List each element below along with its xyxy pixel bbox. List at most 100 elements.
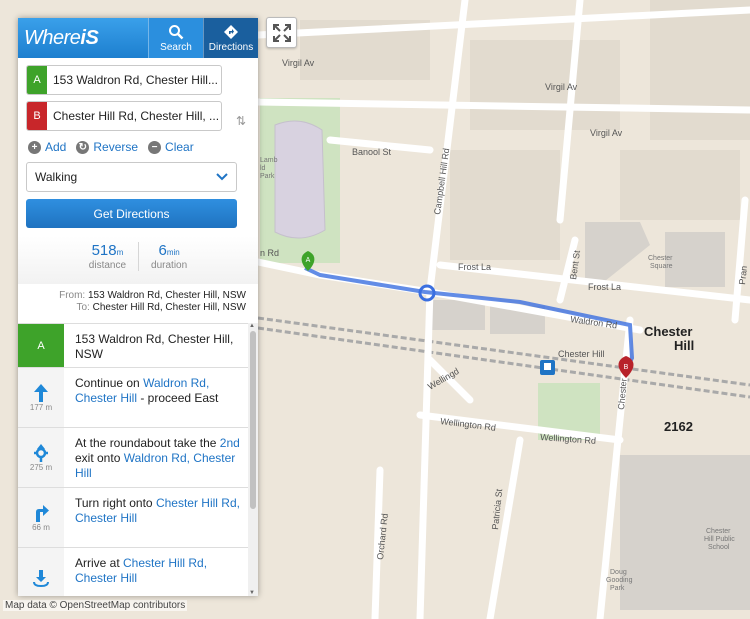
chevron-down-icon [216,173,228,181]
street-label: Frost La [458,262,491,272]
step-distance: 177 m [29,403,53,412]
get-directions-button[interactable]: Get Directions [26,199,237,228]
poi-label: Hill Public [704,536,735,543]
poi-label: Chester [706,528,731,535]
step-text-part: - proceed East [137,391,219,405]
from-to-summary: From: 153 Waldron Rd, Chester Hill, NSW … [18,284,258,320]
duration-value: 6 [158,242,167,259]
scroll-up-icon[interactable]: ▲ [249,323,255,329]
postcode-label: 2162 [664,419,693,434]
train-station-icon [540,360,555,375]
step-roundabout[interactable]: 275 m At the roundabout take the 2nd exi… [18,427,248,487]
suburb-label: Hill [674,338,694,353]
suburb-label: Chester [644,324,692,339]
directions-tab-label: Directions [208,41,254,53]
map-attribution: Map data © OpenStreetMap contributors [3,600,188,611]
marker-b-icon: B [27,102,47,130]
search-tab-label: Search [160,41,192,53]
poi-label: Doug [610,569,627,576]
directions-tab[interactable]: Directions [203,18,258,58]
arrive-icon [33,569,49,587]
add-label: Add [45,140,67,154]
start-address-value[interactable]: 153 Waldron Rd, Chester Hill... [47,66,221,94]
steps-scrollbar[interactable]: ▲ ▼ [248,323,258,596]
distance-stat: 518m distance [77,242,138,271]
svg-text:B: B [624,364,629,371]
step-arrive[interactable]: Arrive at Chester Hill Rd, Chester Hill [18,547,248,596]
logo-where: Where [24,26,81,49]
scroll-down-icon[interactable]: ▼ [249,590,255,596]
route-actions: + Add ↻ Reverse − Clear [26,137,250,162]
street-label: Virgil Av [590,128,623,138]
duration-unit: min [166,248,180,257]
start-address-field[interactable]: A 153 Waldron Rd, Chester Hill... [26,65,222,95]
directions-steps: A 153 Waldron Rd, Chester Hill, NSW 177 … [18,323,248,596]
step-turn-right[interactable]: 66 m Turn right onto Chester Hill Rd, Ch… [18,487,248,547]
duration-label: duration [151,260,188,271]
street-label: Pran [737,265,749,285]
directions-icon [224,24,238,39]
step-icon-cell: 177 m [18,368,64,427]
marker-a-icon: A [27,66,47,94]
arrow-up-icon [34,384,48,402]
poi-label: ld [260,165,266,172]
distance-label: distance [88,260,127,271]
poi-label: School [708,544,730,551]
exit-link[interactable]: 2nd [220,436,240,450]
step-distance: 66 m [32,523,50,532]
to-value: Chester Hill Rd, Chester Hill, NSW [92,302,246,313]
clear-button[interactable]: − Clear [148,140,194,154]
roundabout-icon [34,444,48,462]
poi-label: Lamb [260,157,278,164]
distance-unit: m [116,248,124,257]
scrollbar-thumb[interactable] [250,331,256,509]
step-text: 153 Waldron Rd, Chester Hill, NSW [64,324,248,367]
step-text: At the roundabout take the 2nd exit onto… [64,428,248,487]
search-icon [169,24,184,39]
end-address-field[interactable]: B Chester Hill Rd, Chester Hill, ... [26,101,222,131]
end-address-value[interactable]: Chester Hill Rd, Chester Hill, ... [47,102,221,130]
poi-label: Gooding [606,577,633,584]
travel-mode-select[interactable]: Walking [26,162,237,192]
step-icon-cell: 275 m [18,428,64,487]
street-label: Virgil Av [545,82,578,92]
route-summary: 518m distance 6min duration [18,236,258,284]
reverse-icon: ↻ [76,140,90,154]
step-continue[interactable]: 177 m Continue on Waldron Rd, Chester Hi… [18,367,248,427]
poi-label: Park [260,173,275,180]
step-text-part: Arrive at [75,556,124,570]
step-text-part: Continue on [75,376,144,390]
duration-stat: 6min duration [138,242,199,271]
poi-label: Square [650,263,673,270]
step-text-part: exit onto [75,451,124,465]
step-text: Continue on Waldron Rd, Chester Hill - p… [64,368,248,427]
logo-is: iS [80,26,99,49]
swap-icon[interactable]: ⇅ [236,114,246,128]
step-start-text: 153 Waldron Rd, Chester Hill, NSW [75,332,234,361]
street-label: Banool St [352,147,392,157]
whereis-logo[interactable]: Where iS [18,18,148,58]
poi-label: Chester [648,255,673,262]
fullscreen-button[interactable] [266,17,297,48]
plus-icon: + [28,140,41,154]
clear-label: Clear [165,140,194,154]
header-bar: Where iS Search Directions [18,18,258,58]
expand-icon [272,23,291,42]
step-text: Arrive at Chester Hill Rd, Chester Hill [64,548,248,596]
street-label: Chester Hill [558,349,605,359]
reverse-button[interactable]: ↻ Reverse [76,140,138,154]
step-distance: 275 m [29,463,53,472]
svg-text:A: A [306,257,311,264]
reverse-label: Reverse [93,140,139,154]
travel-mode-value: Walking [35,170,78,184]
search-tab[interactable]: Search [148,18,203,58]
street-label: Virgil Av [282,58,315,68]
step-icon-cell [18,548,64,596]
to-key: To: [76,302,90,313]
step-text-part: Turn right onto [75,496,156,510]
step-text: Turn right onto Chester Hill Rd, Chester… [64,488,248,547]
marker-a-icon: A [18,324,64,367]
step-start[interactable]: A 153 Waldron Rd, Chester Hill, NSW [18,323,248,367]
add-stop-button[interactable]: + Add [28,140,66,154]
step-text-part: At the roundabout take the [75,436,220,450]
